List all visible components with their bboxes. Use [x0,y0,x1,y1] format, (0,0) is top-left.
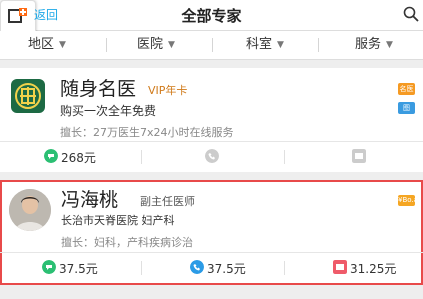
divider [106,38,107,52]
divider [141,150,142,164]
service-price: 31.25元 [350,262,397,276]
service-phone[interactable]: 37.5元 [190,253,280,283]
divider [318,38,319,52]
caret-down-icon: ▼ [386,40,393,50]
filter-bar: 地区 ▼ 医院 ▼ 科室 ▼ 服务 ▼ [0,31,423,60]
chat-icon [42,260,56,274]
divider [284,150,285,164]
filter-service[interactable]: 服务 ▼ [355,31,393,59]
service-price: 37.5元 [59,262,98,276]
cross-logo-icon [15,83,41,109]
expert-name: 冯海桃 [61,189,119,211]
service-row: 268元 [0,142,423,172]
expert-subtitle: 购买一次全年免费 [60,104,157,118]
caret-down-icon: ▼ [59,40,66,50]
tag-badge: 名医 [398,83,415,95]
divider [212,38,213,52]
expert-specialty: 擅长：妇科，产科疾病诊治 [61,236,193,249]
tag-badge: 图 [398,102,415,114]
service-clinic[interactable] [352,142,372,172]
expert-title: 副主任医师 [140,195,195,208]
service-price: 37.5元 [207,262,246,276]
caret-down-icon: ▼ [168,40,175,50]
chat-icon [44,149,58,163]
filter-region-label: 地区 [28,37,55,52]
vip-badge: VIP年卡 [148,84,188,97]
service-clinic[interactable]: 31.25元 [333,253,423,283]
expert-card[interactable]: 冯海桃 副主任医师 长治市天脊医院 妇产科 擅长：妇科，产科疾病诊治 ¥Bo.a… [0,180,423,285]
filter-hospital-label: 医院 [137,37,164,52]
person-avatar-icon [9,189,51,231]
divider [141,261,142,275]
caret-down-icon: ▼ [277,40,284,50]
page-title: 全部专家 [181,7,242,25]
avatar [9,189,51,231]
search-icon[interactable] [403,6,419,22]
divider [284,261,285,275]
top-bar: 返回 全部专家 [0,0,423,36]
phone-icon [190,260,204,274]
filter-department-label: 科室 [246,37,273,52]
service-price: 268元 [61,151,96,165]
clinic-icon [333,260,347,274]
phone-icon [205,149,219,163]
tag-badge: ¥Bo.ai [398,195,420,206]
service-chat[interactable]: 268元 [44,142,134,172]
service-chat[interactable]: 37.5元 [42,253,132,283]
filter-department[interactable]: 科室 ▼ [246,31,284,59]
app-logo [11,79,45,113]
service-row: 37.5元 37.5元 31.25元 [0,253,423,283]
expert-specialty: 擅长：27万医生7x24小时在线服务 [60,126,234,139]
expert-name: 随身名医 [60,78,137,100]
filter-service-label: 服务 [355,37,382,52]
expert-hospital: 长治市天脊医院 妇产科 [61,214,175,227]
filter-region[interactable]: 地区 ▼ [28,31,66,59]
filter-hospital[interactable]: 医院 ▼ [137,31,175,59]
clinic-icon [352,149,366,163]
expert-card[interactable]: 随身名医 VIP年卡 购买一次全年免费 擅长：27万医生7x24小时在线服务 名… [0,68,423,172]
service-phone[interactable] [205,142,225,172]
